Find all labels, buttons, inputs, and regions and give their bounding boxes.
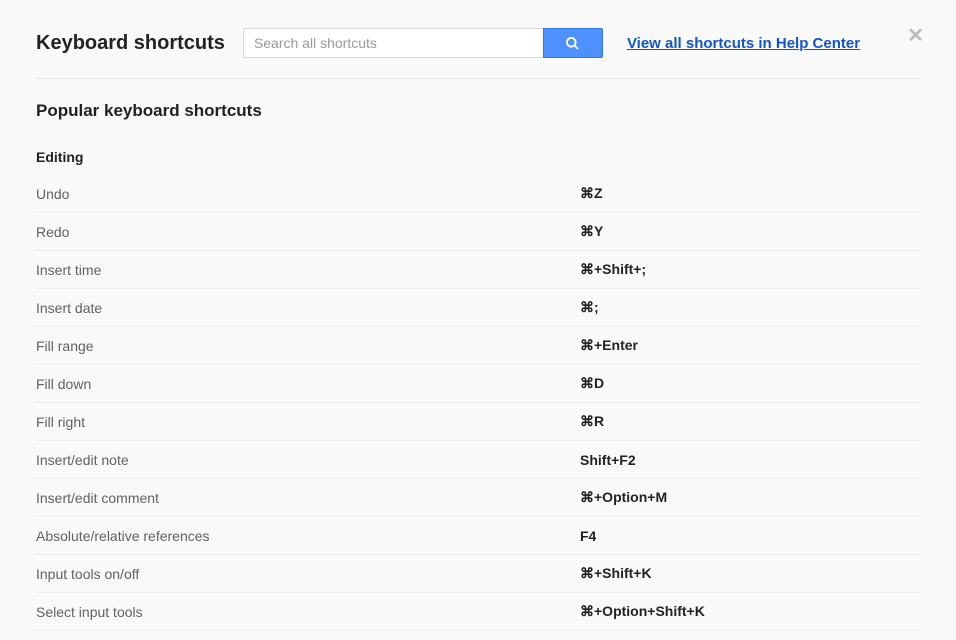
shortcut-row: Insert time⌘+Shift+; xyxy=(36,251,920,289)
shortcut-keys: ⌘+Option+M xyxy=(580,489,667,506)
shortcut-keys: ⌘+Option+Shift+K xyxy=(580,603,705,620)
close-button[interactable]: ✕ xyxy=(907,26,924,46)
shortcut-row: Redo⌘Y xyxy=(36,213,920,251)
help-center-link[interactable]: View all shortcuts in Help Center xyxy=(627,35,860,52)
shortcut-keys: F4 xyxy=(580,528,596,544)
shortcut-row: Fill down⌘D xyxy=(36,365,920,403)
shortcut-keys: ⌘+Shift+K xyxy=(580,565,652,582)
shortcut-label: Fill right xyxy=(36,414,580,430)
shortcut-label: Fill range xyxy=(36,338,580,354)
search-icon xyxy=(565,36,580,51)
shortcut-label: Insert date xyxy=(36,300,580,316)
shortcut-list: Undo⌘ZRedo⌘YInsert time⌘+Shift+;Insert d… xyxy=(36,175,920,631)
shortcut-row: Absolute/relative referencesF4 xyxy=(36,517,920,555)
shortcut-keys: ⌘Y xyxy=(580,223,603,240)
shortcut-keys: ⌘; xyxy=(580,299,599,316)
page-title: Keyboard shortcuts xyxy=(36,32,225,55)
shortcut-label: Input tools on/off xyxy=(36,566,580,582)
shortcut-label: Insert/edit note xyxy=(36,452,580,468)
section-title: Editing xyxy=(36,149,920,165)
shortcut-keys: ⌘+Shift+; xyxy=(580,261,646,278)
shortcut-label: Insert/edit comment xyxy=(36,490,580,506)
shortcut-keys: ⌘+Enter xyxy=(580,337,638,354)
close-icon: ✕ xyxy=(907,25,924,47)
shortcut-row: Select input tools⌘+Option+Shift+K xyxy=(36,593,920,631)
search-input[interactable] xyxy=(243,28,543,58)
shortcut-row: Undo⌘Z xyxy=(36,175,920,213)
subtitle: Popular keyboard shortcuts xyxy=(36,101,920,121)
shortcut-row: Insert date⌘; xyxy=(36,289,920,327)
shortcut-keys: ⌘D xyxy=(580,375,604,392)
shortcut-label: Insert time xyxy=(36,262,580,278)
search-form xyxy=(243,28,603,58)
shortcut-label: Fill down xyxy=(36,376,580,392)
shortcut-row: Input tools on/off⌘+Shift+K xyxy=(36,555,920,593)
shortcut-keys: Shift+F2 xyxy=(580,452,636,468)
shortcut-row: Fill range⌘+Enter xyxy=(36,327,920,365)
shortcut-row: Fill right⌘R xyxy=(36,403,920,441)
header: Keyboard shortcuts View all shortcuts in… xyxy=(36,28,920,79)
shortcut-row: Insert/edit noteShift+F2 xyxy=(36,441,920,479)
shortcut-label: Undo xyxy=(36,186,580,202)
shortcut-label: Select input tools xyxy=(36,604,580,620)
shortcut-label: Redo xyxy=(36,224,580,240)
shortcut-keys: ⌘Z xyxy=(580,185,603,202)
shortcut-keys: ⌘R xyxy=(580,413,604,430)
shortcut-row: Insert/edit comment⌘+Option+M xyxy=(36,479,920,517)
search-button[interactable] xyxy=(543,28,603,58)
section-editing: Editing Undo⌘ZRedo⌘YInsert time⌘+Shift+;… xyxy=(36,149,920,631)
shortcut-label: Absolute/relative references xyxy=(36,528,580,544)
